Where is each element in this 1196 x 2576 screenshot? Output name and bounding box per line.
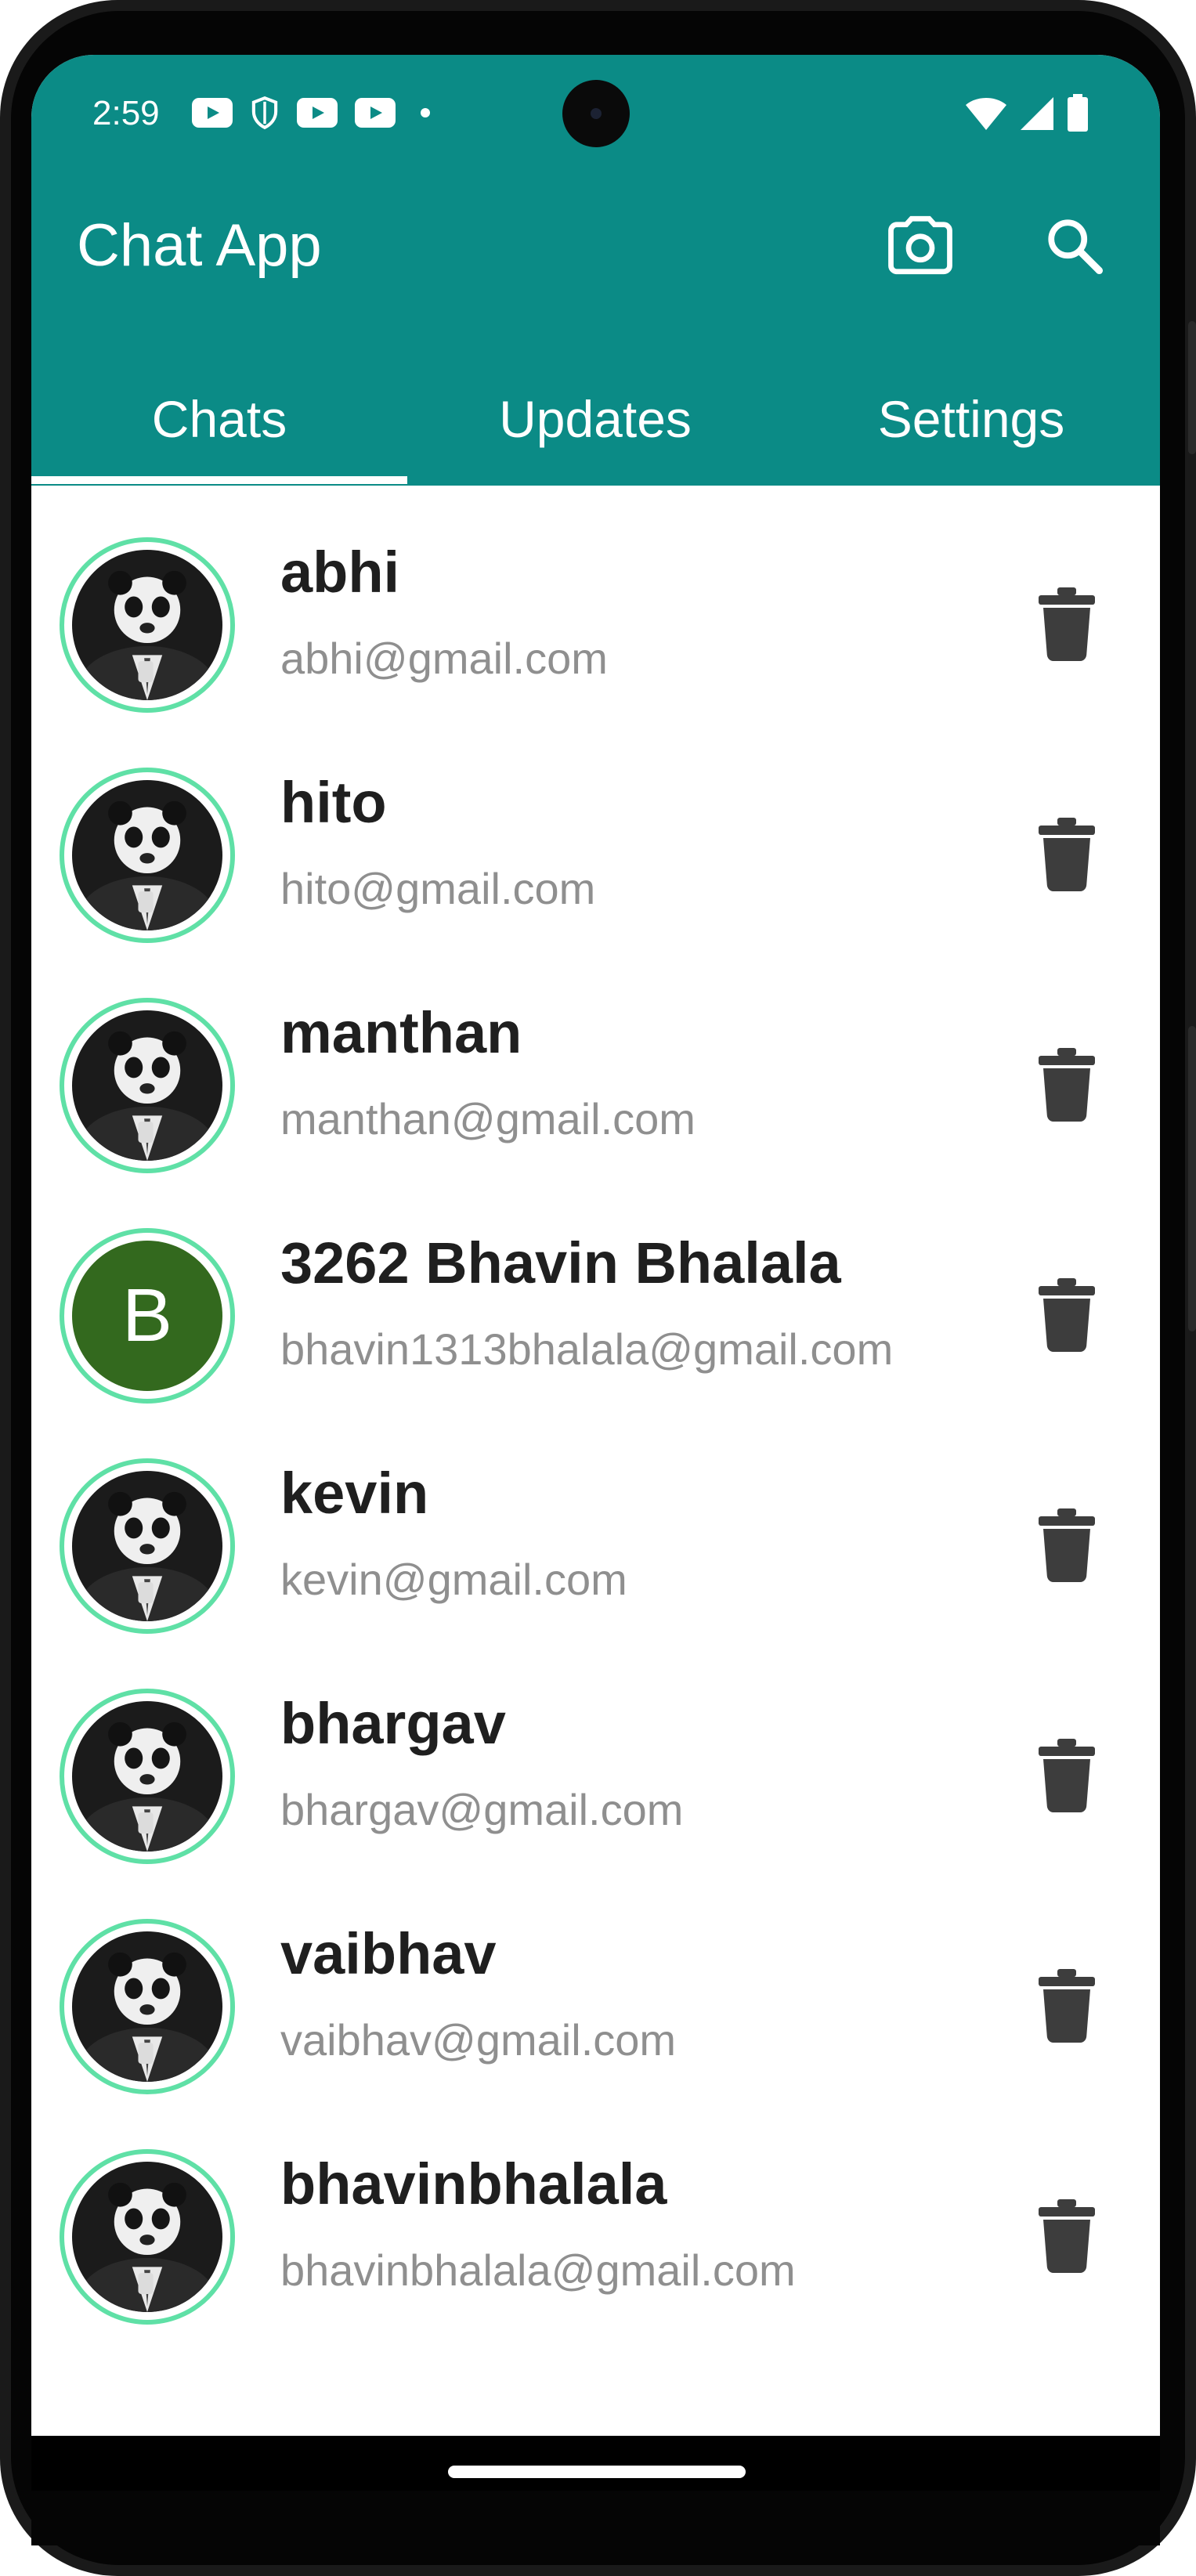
chat-list-item[interactable]: vaibhav vaibhav@gmail.com bbox=[31, 1867, 1160, 2097]
chat-list-item[interactable]: bhavinbhalala bhavinbhalala@gmail.com bbox=[31, 2097, 1160, 2328]
signal-icon bbox=[1021, 97, 1053, 130]
avatar-panda-photo bbox=[72, 1701, 222, 1852]
tab-bar: Chats Updates Settings bbox=[31, 360, 1160, 486]
chat-list-item[interactable]: hito hito@gmail.com bbox=[31, 716, 1160, 946]
tab-settings[interactable]: Settings bbox=[783, 360, 1159, 478]
volume-button bbox=[1188, 1026, 1196, 1331]
home-indicator[interactable] bbox=[448, 2466, 746, 2478]
contact-email: bhavinbhalala@gmail.com bbox=[280, 2245, 796, 2295]
status-system-icons bbox=[964, 94, 1089, 133]
contact-email: bhargav@gmail.com bbox=[280, 1785, 684, 1834]
navigation-bar bbox=[31, 2436, 1160, 2491]
avatar-ring[interactable] bbox=[60, 998, 235, 1173]
contact-email: hito@gmail.com bbox=[280, 864, 596, 913]
contact-name: 3262 Bhavin Bhalala bbox=[280, 1230, 841, 1295]
phone-screen: 2:59 Chat App Chats Updates Settings abh… bbox=[31, 55, 1160, 2491]
youtube-icon bbox=[297, 98, 338, 128]
chat-list-item[interactable]: B 3262 Bhavin Bhalala bhavin1313bhalala@gm… bbox=[31, 1176, 1160, 1407]
trash-icon[interactable] bbox=[1039, 586, 1095, 661]
avatar-panda-photo bbox=[72, 1471, 222, 1621]
trash-icon[interactable] bbox=[1039, 1967, 1095, 2043]
avatar-ring[interactable] bbox=[60, 1689, 235, 1864]
device-chin bbox=[31, 2491, 1160, 2545]
youtube-icon bbox=[192, 98, 233, 128]
camera-icon[interactable] bbox=[885, 210, 956, 280]
trash-icon[interactable] bbox=[1039, 2198, 1095, 2273]
wifi-icon bbox=[966, 98, 1006, 130]
contact-name: vaibhav bbox=[280, 1921, 497, 1986]
trash-icon[interactable] bbox=[1039, 1277, 1095, 1352]
trash-icon[interactable] bbox=[1039, 1046, 1095, 1122]
trash-icon[interactable] bbox=[1039, 1507, 1095, 1582]
tab-selected-indicator bbox=[31, 476, 407, 484]
avatar-letter: B bbox=[72, 1241, 222, 1391]
chat-list-item[interactable]: bhargav bhargav@gmail.com bbox=[31, 1637, 1160, 1867]
contact-name: bhargav bbox=[280, 1691, 506, 1756]
contact-name: hito bbox=[280, 770, 387, 835]
contact-name: bhavinbhalala bbox=[280, 2151, 667, 2217]
avatar-panda-photo bbox=[72, 2162, 222, 2312]
contact-name: abhi bbox=[280, 540, 400, 605]
chat-list-item[interactable]: manthan manthan@gmail.com bbox=[31, 946, 1160, 1176]
tab-updates[interactable]: Updates bbox=[407, 360, 783, 478]
contact-email: bhavin1313bhalala@gmail.com bbox=[280, 1324, 894, 1374]
trash-icon[interactable] bbox=[1039, 816, 1095, 891]
chat-list-item[interactable]: kevin kevin@gmail.com bbox=[31, 1407, 1160, 1637]
avatar-panda-photo bbox=[72, 780, 222, 930]
contact-email: vaibhav@gmail.com bbox=[280, 2015, 677, 2065]
avatar-ring[interactable] bbox=[60, 2149, 235, 2325]
avatar-panda-photo bbox=[72, 1010, 222, 1161]
battery-icon bbox=[1068, 94, 1088, 132]
avatar-ring[interactable] bbox=[60, 537, 235, 713]
contact-email: abhi@gmail.com bbox=[280, 634, 608, 683]
status-time: 2:59 bbox=[92, 94, 160, 132]
power-button bbox=[1188, 321, 1196, 454]
contact-email: manthan@gmail.com bbox=[280, 1094, 696, 1143]
avatar-ring[interactable] bbox=[60, 1458, 235, 1634]
status-notification-icons bbox=[192, 96, 430, 130]
contact-name: kevin bbox=[280, 1461, 429, 1526]
avatar-panda-photo bbox=[72, 1931, 222, 2082]
chat-list-item[interactable]: abhi abhi@gmail.com bbox=[31, 486, 1160, 716]
youtube-icon bbox=[355, 98, 396, 128]
avatar-ring[interactable] bbox=[60, 1919, 235, 2094]
avatar-ring[interactable] bbox=[60, 768, 235, 943]
status-bar: 2:59 bbox=[31, 55, 1160, 164]
avatar-panda-photo bbox=[72, 550, 222, 700]
tab-chats[interactable]: Chats bbox=[31, 360, 407, 478]
search-icon[interactable] bbox=[1042, 213, 1107, 279]
front-camera bbox=[562, 80, 630, 147]
app-bar: 2:59 Chat App Chats Updates Settings bbox=[31, 55, 1160, 486]
avatar-ring[interactable]: B bbox=[60, 1228, 235, 1404]
app-title: Chat App bbox=[77, 212, 322, 279]
trash-icon[interactable] bbox=[1039, 1737, 1095, 1812]
contact-email: kevin@gmail.com bbox=[280, 1555, 627, 1604]
shield-icon bbox=[251, 96, 278, 130]
notification-dot-icon bbox=[421, 108, 430, 117]
contact-name: manthan bbox=[280, 1000, 522, 1065]
